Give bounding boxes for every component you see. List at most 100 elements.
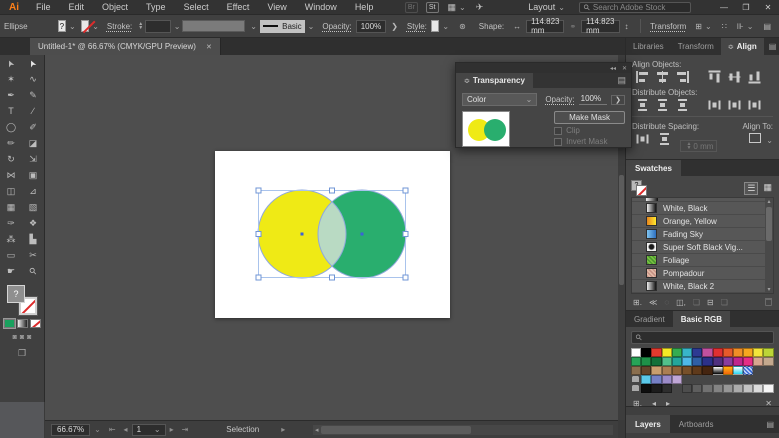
arrange-documents-icon[interactable]: ▦⌄ [448, 2, 466, 13]
swatch-row[interactable]: Super Soft Black Vig... [632, 241, 773, 254]
transparency-opacity-label[interactable]: Opacity: [545, 95, 574, 104]
bridge-icon[interactable]: Br [405, 2, 418, 13]
color-swatch[interactable] [651, 375, 661, 384]
color-swatch[interactable] [702, 366, 712, 375]
distribute-right-button[interactable] [748, 99, 760, 112]
color-swatch[interactable] [692, 366, 702, 375]
tool-button[interactable]: ⋈ [0, 167, 22, 183]
swatch-row[interactable]: White, Black [632, 202, 773, 215]
color-button[interactable] [4, 319, 15, 328]
swatch-search-input[interactable]: ⚲ [631, 331, 774, 344]
tool-button[interactable]: ⚲ [22, 263, 44, 279]
stroke-swatch[interactable] [81, 20, 89, 32]
color-swatch[interactable] [743, 366, 753, 375]
blend-mode-select[interactable]: Color⌄ [462, 93, 537, 106]
color-swatch[interactable] [692, 348, 702, 357]
object-thumbnail[interactable] [462, 111, 510, 147]
opacity-options-arrow-icon[interactable]: ❯ [391, 22, 398, 31]
shape-width-field[interactable]: 114.823 mm [526, 20, 564, 33]
color-swatch[interactable] [641, 384, 651, 393]
venn-artwork[interactable] [215, 151, 450, 318]
tool-button[interactable]: ▣ [22, 167, 44, 183]
previous-swatch-icon[interactable]: ◂ [652, 399, 656, 408]
color-swatch[interactable] [672, 366, 682, 375]
color-swatch[interactable] [723, 348, 733, 357]
distribute-top-button[interactable] [636, 99, 649, 111]
swatch-row[interactable]: Orange, Yellow [632, 215, 773, 228]
transform-label[interactable]: Transform [650, 22, 686, 31]
color-swatch[interactable] [631, 384, 641, 393]
align-options-icon[interactable]: ∷ [722, 22, 727, 31]
tool-button[interactable]: ∿ [22, 71, 44, 87]
align-top-button[interactable] [708, 71, 720, 84]
panel-options-icon[interactable]: ▤ [763, 22, 771, 31]
color-swatch[interactable] [641, 366, 651, 375]
menu-item[interactable]: Help [346, 2, 383, 12]
close-button[interactable]: ✕ [757, 3, 779, 12]
color-swatch[interactable] [743, 357, 753, 366]
opacity-presets-icon[interactable]: ❯ [611, 95, 625, 105]
color-swatch[interactable] [702, 348, 712, 357]
color-swatch[interactable] [651, 384, 661, 393]
tool-button[interactable]: ▦ [0, 199, 22, 215]
color-swatch[interactable] [631, 357, 641, 366]
grid-view-icon[interactable]: ▦ [761, 182, 774, 195]
color-swatch[interactable] [753, 348, 763, 357]
style-label[interactable]: Style: [407, 22, 427, 31]
distribute-left-button[interactable] [708, 99, 720, 112]
artboard[interactable] [215, 151, 450, 318]
tool-button[interactable]: ✐ [22, 119, 44, 135]
color-swatch[interactable] [662, 384, 672, 393]
color-swatch[interactable] [763, 384, 773, 393]
scroll-left-icon[interactable]: ◂ [313, 426, 321, 434]
transparency-panel-titlebar[interactable]: ◂◂ ✕ [456, 63, 631, 73]
distribute-horizontal-center-button[interactable] [728, 99, 740, 112]
swatch-row[interactable]: Fading Sky [632, 228, 773, 241]
document-tab[interactable]: Untitled-1* @ 66.67% (CMYK/GPU Preview) … [30, 38, 221, 55]
stock-icon[interactable]: St [426, 2, 439, 13]
clip-checkbox[interactable]: Clip [554, 126, 580, 135]
shape-height-field[interactable]: 114.823 mm [581, 20, 619, 33]
color-swatch[interactable] [631, 348, 641, 357]
delete-swatch-icon[interactable]: ✕ [765, 399, 772, 408]
distribute-bottom-button[interactable] [676, 99, 689, 111]
make-mask-button[interactable]: Make Mask [554, 111, 625, 124]
next-artboard-icon[interactable]: ▸ [170, 425, 174, 434]
fill-proxy[interactable]: ? [7, 285, 25, 303]
menu-item[interactable]: Type [137, 2, 175, 12]
tool-button[interactable]: ❖ [22, 215, 44, 231]
recolor-artwork-icon[interactable]: ⊛ [459, 22, 466, 31]
draw-behind-icon[interactable]: ◙ [20, 334, 24, 341]
vertical-scrollbar-thumb[interactable] [619, 175, 624, 285]
list-view-icon[interactable]: ☰ [744, 182, 758, 195]
color-swatch[interactable] [631, 366, 641, 375]
color-swatch[interactable] [631, 375, 641, 384]
fill-chevron-icon[interactable]: ⌄ [69, 22, 76, 31]
color-swatch[interactable] [672, 348, 682, 357]
tool-button[interactable]: ✑ [0, 215, 22, 231]
last-artboard-icon[interactable]: ⇥ [182, 425, 189, 434]
tool-button[interactable]: ✎ [22, 87, 44, 103]
stroke-weight-label[interactable]: Stroke: [107, 22, 132, 31]
document-setup-icon[interactable]: ⊪⌄ [737, 22, 754, 31]
color-swatch[interactable] [662, 366, 672, 375]
fill-stroke-indicator[interactable]: ? [7, 285, 37, 315]
fill-swatch[interactable]: ? [58, 20, 66, 32]
color-swatch[interactable] [723, 357, 733, 366]
align-to-artboard-icon[interactable] [749, 133, 761, 143]
collapse-panel-icon[interactable]: ◂◂ [610, 65, 616, 72]
align-left-button[interactable] [636, 71, 649, 83]
tool-button[interactable]: ▙ [22, 231, 44, 247]
style-chevron-icon[interactable]: ⌄ [442, 22, 449, 31]
tool-button[interactable]: ✒ [0, 87, 22, 103]
align-right-button[interactable] [676, 71, 689, 83]
color-swatch[interactable] [723, 384, 733, 393]
tool-button[interactable]: ✶ [0, 71, 22, 87]
next-swatch-icon[interactable]: ▸ [666, 399, 670, 408]
gradient-button[interactable] [17, 319, 28, 328]
tool-button[interactable]: T [0, 103, 22, 119]
color-swatch[interactable] [713, 384, 723, 393]
menu-item[interactable]: View [258, 2, 295, 12]
color-swatch[interactable] [662, 348, 672, 357]
tab-layers[interactable]: Layers [626, 415, 670, 433]
